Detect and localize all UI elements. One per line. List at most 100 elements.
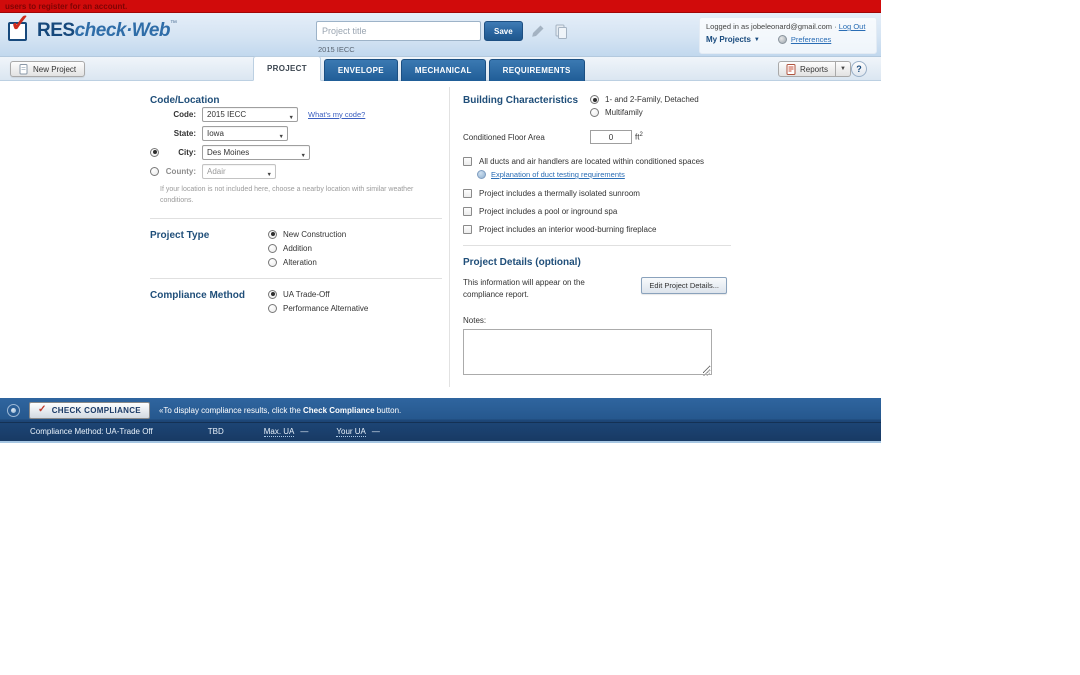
project-details-heading: Project Details (optional) <box>463 257 763 268</box>
city-radio[interactable] <box>150 148 159 157</box>
copy-icon[interactable] <box>553 23 569 39</box>
option-label: New Construction <box>283 230 346 239</box>
notes-wrap <box>463 329 712 380</box>
logo-text-checkweb: check·Web <box>75 20 170 41</box>
divider <box>463 245 731 246</box>
check-icon: ✓ <box>38 405 47 415</box>
chevron-down-icon: ▼ <box>289 112 294 122</box>
check-compliance-label: CHECK COMPLIANCE <box>52 406 141 415</box>
footer-row-2: Compliance Method: UA-Trade Off TBD Max.… <box>0 423 881 440</box>
option-label: Alteration <box>283 258 317 267</box>
logo-text-res: RES <box>37 20 75 41</box>
option-label: Addition <box>283 244 312 253</box>
checkbox-label: Project includes a pool or inground spa <box>479 207 617 216</box>
tab-bar: New Project PROJECT ENVELOPE MECHANICAL … <box>0 57 881 81</box>
alteration-radio[interactable] <box>268 258 277 267</box>
duct-testing-link[interactable]: Explanation of duct testing requirements <box>491 170 625 179</box>
tab-mechanical[interactable]: MECHANICAL <box>401 59 486 81</box>
option-label: UA Trade-Off <box>283 290 330 299</box>
pool-checkbox[interactable] <box>463 207 472 216</box>
tab-envelope[interactable]: ENVELOPE <box>324 59 398 81</box>
save-button[interactable]: Save <box>484 21 523 41</box>
column-divider <box>449 87 450 387</box>
new-page-icon <box>19 64 29 75</box>
edit-icon[interactable] <box>530 23 546 39</box>
new-project-button[interactable]: New Project <box>10 61 85 77</box>
project-title-group: Save <box>316 21 569 41</box>
floor-area-input[interactable] <box>590 130 632 144</box>
conditioned-floor-area-row: Conditioned Floor Area ft2 <box>463 130 763 144</box>
preferences-gear-icon <box>778 35 787 44</box>
notes-label: Notes: <box>463 316 763 325</box>
sunroom-checkbox[interactable] <box>463 189 472 198</box>
addition-radio[interactable] <box>268 244 277 253</box>
county-row: County: Adair▼ <box>150 163 442 179</box>
log-out-link[interactable]: Log Out <box>839 22 866 31</box>
reports-label: Reports <box>800 65 828 74</box>
header-code-label: 2015 IECC <box>318 45 355 54</box>
whats-my-code-link[interactable]: What's my code? <box>308 110 365 119</box>
ducts-checkbox[interactable] <box>463 157 472 166</box>
checkbox-label: Project includes an interior wood-burnin… <box>479 225 656 234</box>
county-radio[interactable] <box>150 167 159 176</box>
project-details-row: This information will appear on the comp… <box>463 277 727 301</box>
tabs: PROJECT ENVELOPE MECHANICAL REQUIREMENTS <box>253 57 585 81</box>
help-button[interactable]: ? <box>851 61 867 77</box>
code-select[interactable]: 2015 IECC▼ <box>202 107 298 122</box>
fireplace-checkbox[interactable] <box>463 225 472 234</box>
report-icon <box>786 64 796 75</box>
footer-message: «To display compliance results, click th… <box>159 406 401 415</box>
your-ua-label: Your UA <box>336 427 366 437</box>
notes-textarea[interactable] <box>463 329 712 375</box>
county-select[interactable]: Adair▼ <box>202 164 276 179</box>
my-projects-menu[interactable]: My Projects <box>706 35 751 44</box>
preferences-link[interactable]: Preferences <box>791 35 831 44</box>
tab-requirements[interactable]: REQUIREMENTS <box>489 59 585 81</box>
new-project-label: New Project <box>33 65 76 74</box>
rescheck-web-app: users to register for an account. ✓ RESc… <box>0 0 881 443</box>
code-location-heading: Code/Location <box>150 95 442 106</box>
footer-tbd: TBD <box>208 427 224 436</box>
performance-alternative-radio[interactable] <box>268 304 277 313</box>
max-ua-value: — <box>300 427 308 436</box>
county-label: County: <box>160 167 196 176</box>
footer-row-1: ✓ CHECK COMPLIANCE «To display complianc… <box>0 398 881 423</box>
compliance-method-section: Compliance Method UA Trade-Off Performan… <box>150 290 442 313</box>
project-type-heading: Project Type <box>150 230 268 241</box>
logo-checkbox-icon: ✓ <box>8 18 33 43</box>
state-label: State: <box>160 129 196 138</box>
ua-tradeoff-radio[interactable] <box>268 290 277 299</box>
new-construction-radio[interactable] <box>268 230 277 239</box>
city-label: City: <box>160 148 196 157</box>
compliance-footer: ✓ CHECK COMPLIANCE «To display complianc… <box>0 398 881 443</box>
code-row: Code: 2015 IECC▼ What's my code? <box>150 106 442 122</box>
chevron-down-icon: ▼ <box>840 66 846 72</box>
reports-dropdown-button[interactable]: ▼ <box>836 61 851 77</box>
rescheck-logo[interactable]: ✓ REScheck·Web™ <box>8 18 177 43</box>
divider <box>150 278 442 279</box>
edit-project-details-button[interactable]: Edit Project Details... <box>641 277 727 294</box>
tab-project[interactable]: PROJECT <box>253 56 321 81</box>
info-icon <box>477 170 486 179</box>
login-panel: Logged in as jobeleonard@gmail.com · Log… <box>699 17 877 54</box>
footer-toggle-icon[interactable] <box>7 404 20 417</box>
help-icon: ? <box>856 64 862 74</box>
state-row: State: Iowa▼ <box>150 125 442 141</box>
project-title-input[interactable] <box>316 21 481 41</box>
top-alert-banner: users to register for an account. <box>0 0 881 13</box>
chevron-down-icon: ▼ <box>267 169 272 179</box>
option-label: 1- and 2-Family, Detached <box>605 95 699 104</box>
check-compliance-button[interactable]: ✓ CHECK COMPLIANCE <box>29 402 150 419</box>
ducts-checkbox-row: All ducts and air handlers are located w… <box>463 157 763 166</box>
multifamily-radio[interactable] <box>590 108 599 117</box>
project-type-section: Project Type New Construction Addition A… <box>150 230 442 267</box>
code-location-column: Code/Location Code: 2015 IECC▼ What's my… <box>150 95 442 313</box>
floor-area-label: Conditioned Floor Area <box>463 133 584 142</box>
divider <box>150 218 442 219</box>
banner-text: users to register for an account. <box>0 0 881 13</box>
app-header: ✓ REScheck·Web™ Save 2015 IECC Logged in… <box>0 13 881 57</box>
city-select[interactable]: Des Moines▼ <box>202 145 310 160</box>
reports-button[interactable]: Reports <box>778 61 836 77</box>
family-detached-radio[interactable] <box>590 95 599 104</box>
state-select[interactable]: Iowa▼ <box>202 126 288 141</box>
